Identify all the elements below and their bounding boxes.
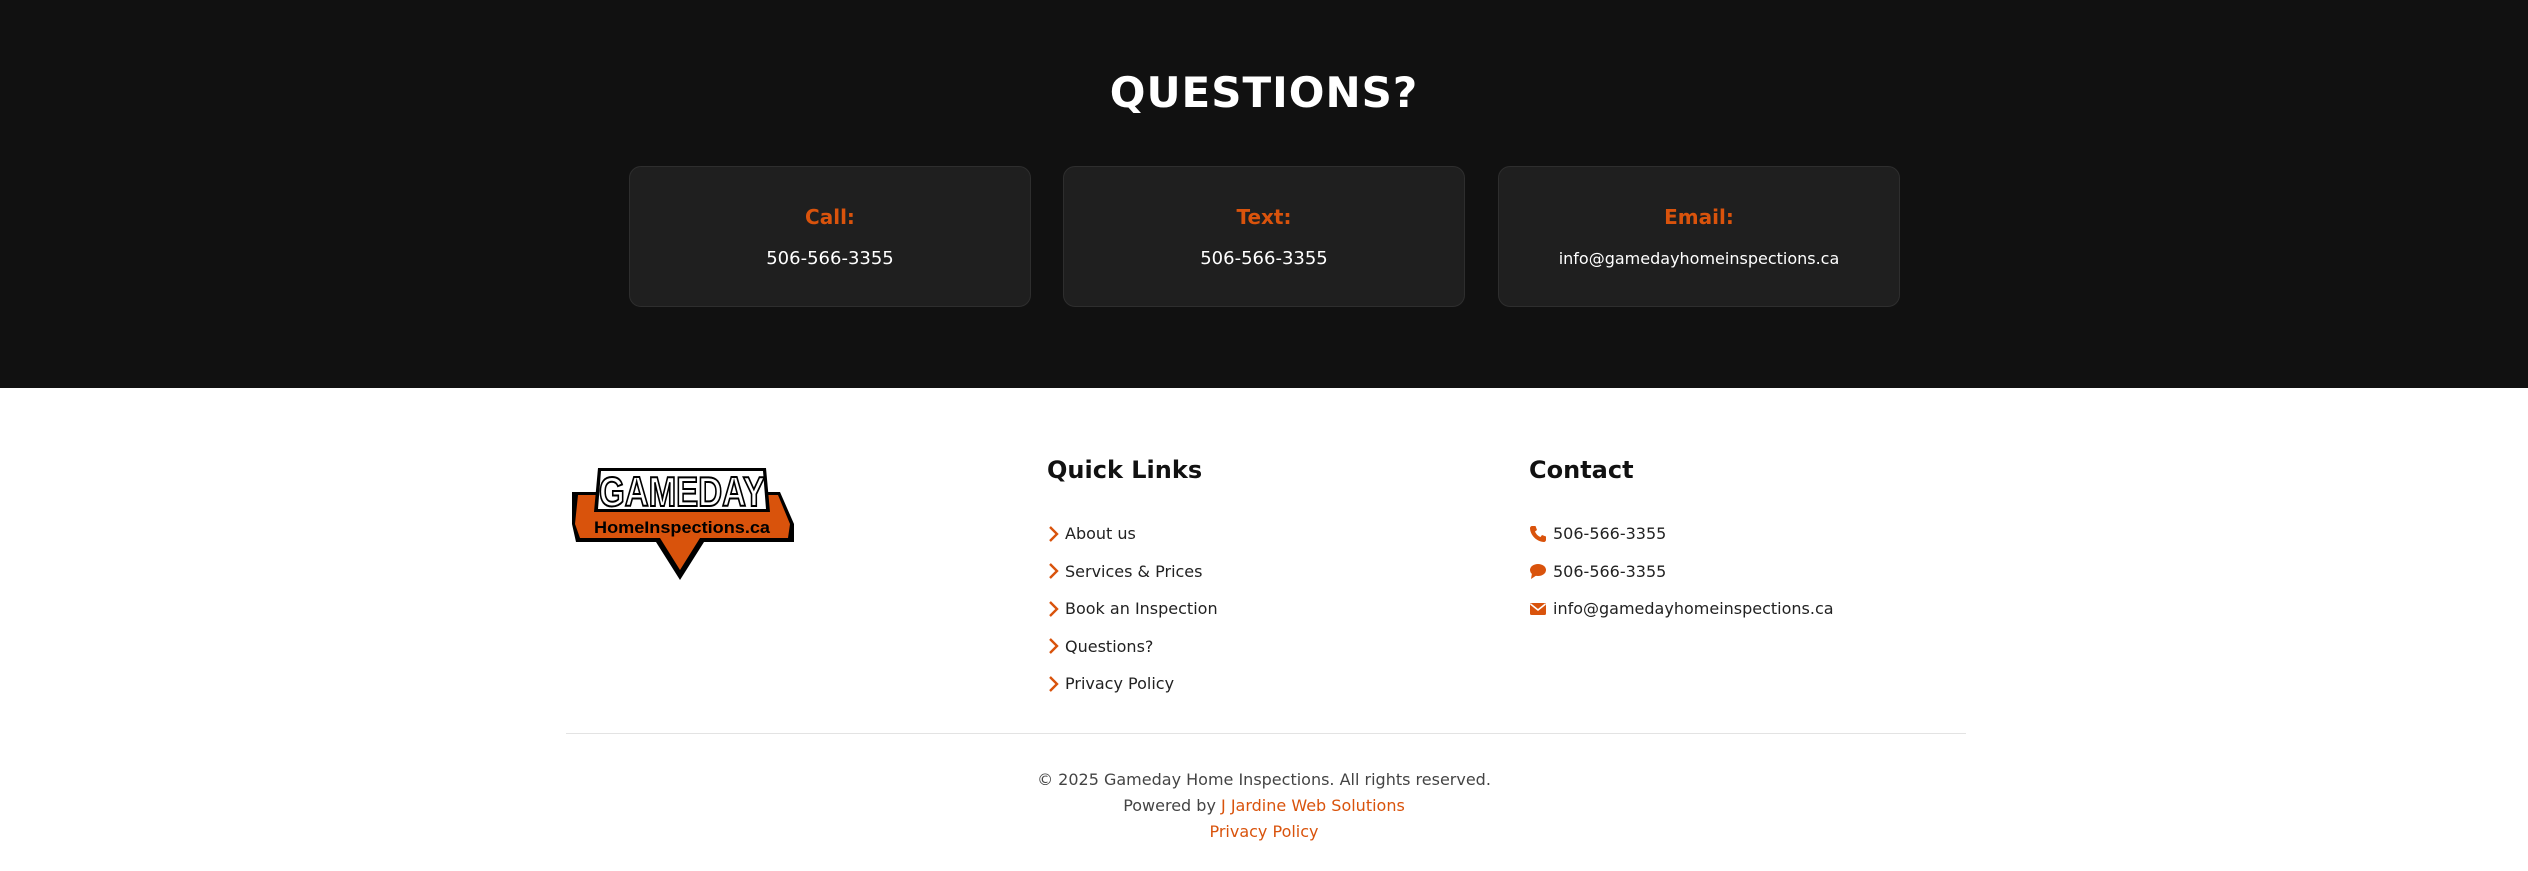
email-value[interactable]: info@gamedayhomeinspections.ca (1499, 249, 1899, 268)
quick-link-label: Privacy Policy (1065, 674, 1175, 694)
powered-by-line: Powered by J Jardine Web Solutions (0, 796, 2528, 815)
call-label: Call: (805, 205, 855, 229)
text-label: Text: (1236, 205, 1292, 229)
contact-text-value: 506-566-3355 (1553, 561, 1667, 581)
quick-links-heading: Quick Links (1047, 456, 1203, 484)
text-card[interactable]: Text: 506-566-3355 (1063, 166, 1465, 307)
contact-text[interactable]: 506-566-3355 (1529, 553, 1834, 591)
quick-link-book[interactable]: Book an Inspection (1047, 590, 1218, 628)
chevron-right-icon (1049, 638, 1059, 655)
quick-link-about[interactable]: About us (1047, 515, 1218, 553)
call-value[interactable]: 506-566-3355 (630, 248, 1030, 269)
contact-phone[interactable]: 506-566-3355 (1529, 515, 1834, 553)
contact-heading: Contact (1529, 456, 1634, 484)
chevron-right-icon (1049, 563, 1059, 580)
email-label: Email: (1664, 205, 1734, 229)
quick-link-label: Book an Inspection (1065, 599, 1218, 619)
chevron-right-icon (1049, 675, 1059, 692)
copyright-text: © 2025 Gameday Home Inspections. All rig… (1037, 770, 1491, 789)
contact-phone-value: 506-566-3355 (1553, 524, 1667, 544)
logo-subtitle: HomeInspections.ca (594, 518, 771, 537)
quick-link-privacy[interactable]: Privacy Policy (1047, 665, 1218, 703)
chat-bubble-icon (1530, 564, 1546, 580)
contact-list: 506-566-3355 506-566-3355 info@gamedayho… (1529, 515, 1834, 628)
privacy-policy-link[interactable]: Privacy Policy (0, 822, 2528, 841)
footer-divider (566, 733, 1966, 734)
contact-email-value: info@gamedayhomeinspections.ca (1553, 599, 1834, 619)
quick-link-questions[interactable]: Questions? (1047, 628, 1218, 666)
quick-link-label: Questions? (1065, 636, 1154, 656)
developer-link[interactable]: J Jardine Web Solutions (1221, 796, 1405, 815)
chevron-right-icon (1049, 600, 1059, 617)
chevron-right-icon (1049, 525, 1059, 542)
questions-heading: QUESTIONS? (1109, 68, 1419, 117)
text-value[interactable]: 506-566-3355 (1064, 248, 1464, 269)
envelope-icon (1530, 602, 1546, 615)
phone-icon (1530, 525, 1546, 542)
quick-link-label: Services & Prices (1065, 561, 1203, 581)
quick-link-services[interactable]: Services & Prices (1047, 553, 1218, 591)
call-card[interactable]: Call: 506-566-3355 (629, 166, 1031, 307)
contact-email[interactable]: info@gamedayhomeinspections.ca (1529, 590, 1834, 628)
questions-section: QUESTIONS? Call: 506-566-3355 Text: 506-… (0, 0, 2528, 388)
quick-link-label: About us (1065, 524, 1136, 544)
logo-wordmark: GAMEDAY (599, 468, 765, 515)
email-card[interactable]: Email: info@gamedayhomeinspections.ca (1498, 166, 1900, 307)
quick-links-list: About us Services & Prices Book an Inspe… (1047, 515, 1218, 703)
gameday-logo[interactable]: GAMEDAY HomeInspections.ca (570, 462, 796, 582)
powered-by-prefix: Powered by (1123, 796, 1222, 815)
